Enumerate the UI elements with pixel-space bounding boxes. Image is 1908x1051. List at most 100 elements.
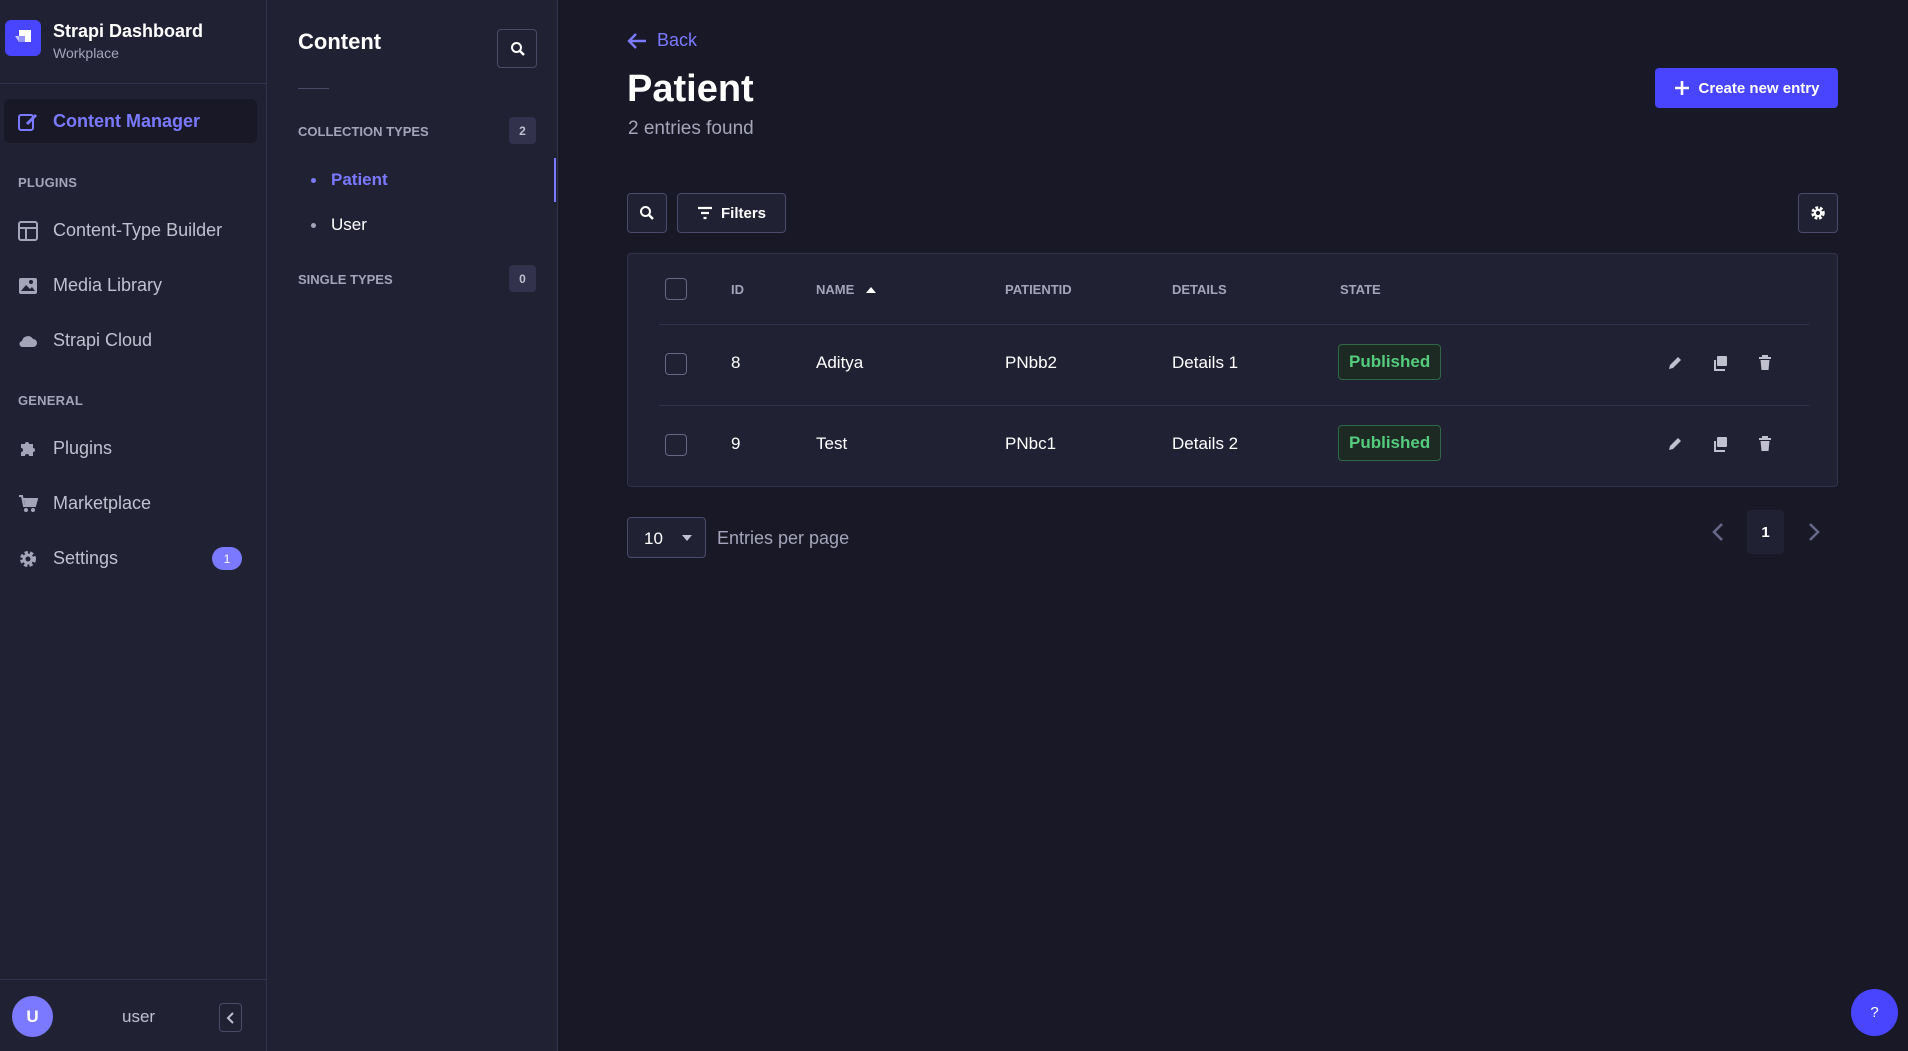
trash-icon [1759, 355, 1771, 370]
nav-item-content-type-builder[interactable]: Content-Type Builder [0, 208, 256, 252]
nav-label: Strapi Cloud [53, 329, 153, 350]
brand-title: Strapi Dashboard [53, 21, 204, 41]
back-label: Back [657, 30, 698, 50]
subnav-item-label: Patient [331, 170, 388, 189]
per-page-value: 10 [644, 529, 663, 548]
nav-label: Settings [53, 547, 119, 568]
single-types-heading: SINGLE TYPES [298, 272, 393, 287]
delete-button[interactable] [1754, 352, 1776, 374]
subnav-item-label: User [331, 215, 367, 234]
main-nav: Strapi Dashboard Workplace Content Manag… [0, 0, 267, 1051]
cell-patientid: PNbc1 [1005, 434, 1057, 453]
bullet-icon [311, 223, 316, 228]
nav-item-content-manager[interactable]: Content Manager [4, 99, 257, 143]
help-button[interactable]: ? [1851, 989, 1898, 1036]
puzzle-icon [18, 439, 38, 459]
trash-icon [1759, 436, 1771, 451]
subnav-item-user[interactable]: User [298, 203, 556, 247]
chevron-left-icon [1712, 523, 1723, 541]
collapse-nav-button[interactable] [219, 1003, 242, 1032]
column-header-details[interactable]: DETAILS [1172, 282, 1227, 297]
search-icon [640, 206, 654, 220]
nav-section-plugins: PLUGINS [18, 175, 78, 190]
nav-item-marketplace[interactable]: Marketplace [0, 481, 256, 525]
bullet-icon [311, 178, 316, 183]
table-row[interactable]: 8 Aditya PNbb2 Details 1 Published [628, 325, 1837, 405]
select-all-checkbox[interactable] [665, 278, 687, 300]
entries-table: ID NAME PATIENTID DETAILS STATE 8 Aditya… [627, 253, 1838, 487]
entries-per-page-label: Entries per page [717, 528, 850, 548]
cell-id: 9 [731, 434, 741, 453]
sort-ascending-icon [866, 286, 877, 293]
content-subnav: Content COLLECTION TYPES 2 Patient User … [267, 0, 558, 1051]
single-types-count: 0 [509, 265, 536, 292]
image-icon [18, 276, 38, 296]
subnav-item-patient[interactable]: Patient [298, 158, 556, 202]
brand-header: Strapi Dashboard Workplace [0, 0, 266, 84]
filter-icon [697, 206, 712, 220]
nav-item-plugins[interactable]: Plugins [0, 426, 256, 470]
filters-label: Filters [720, 204, 766, 222]
row-checkbox[interactable] [665, 353, 687, 375]
collection-types-heading: COLLECTION TYPES [298, 124, 429, 139]
page-title: Patient [627, 68, 754, 110]
create-button-label: Create new entry [1698, 79, 1820, 97]
nav-item-settings[interactable]: Settings 1 [0, 536, 256, 580]
subnav-search-button[interactable] [497, 29, 537, 68]
status-badge: Published [1338, 344, 1442, 380]
nav-item-media-library[interactable]: Media Library [0, 263, 256, 307]
nav-footer: U user [0, 979, 266, 1051]
pen-note-icon [18, 112, 38, 132]
subnav-title: Content [298, 29, 382, 54]
search-icon [511, 42, 525, 56]
column-header-state[interactable]: STATE [1340, 282, 1381, 297]
nav-item-strapi-cloud[interactable]: Strapi Cloud [0, 318, 256, 362]
brand-subtitle: Workplace [53, 45, 119, 61]
avatar[interactable]: U [12, 996, 53, 1037]
row-checkbox[interactable] [665, 434, 687, 456]
entries-count: 2 entries found [628, 118, 754, 139]
edit-button[interactable] [1664, 352, 1686, 374]
gear-icon [1811, 206, 1825, 220]
create-new-entry-button[interactable]: Create new entry [1655, 68, 1838, 108]
duplicate-icon [1714, 356, 1727, 371]
table-settings-button[interactable] [1798, 193, 1838, 233]
divider [298, 88, 329, 89]
cloud-icon [18, 331, 38, 351]
nav-label: Content-Type Builder [53, 219, 223, 240]
delete-button[interactable] [1754, 433, 1776, 455]
entries-per-page-select[interactable]: 10 [627, 517, 706, 558]
nav-section-general: GENERAL [18, 393, 83, 408]
filters-button[interactable]: Filters [677, 193, 786, 233]
page-1-button[interactable]: 1 [1747, 510, 1784, 554]
chevron-left-icon [226, 1012, 234, 1024]
back-link[interactable]: Back [627, 30, 697, 51]
status-badge: Published [1338, 425, 1442, 461]
table-row[interactable]: 9 Test PNbc1 Details 2 Published [628, 406, 1837, 486]
column-header-label: NAME [816, 282, 855, 297]
cell-name: Test [816, 434, 848, 453]
pencil-icon [1669, 438, 1681, 450]
duplicate-button[interactable] [1709, 352, 1731, 374]
previous-page-button[interactable] [1707, 520, 1731, 544]
cart-icon [18, 494, 38, 514]
cell-name: Aditya [816, 353, 864, 372]
arrow-left-icon [627, 32, 646, 49]
gear-icon [18, 549, 38, 569]
column-header-name[interactable]: NAME [816, 282, 877, 297]
column-header-id[interactable]: ID [731, 282, 744, 297]
search-button[interactable] [627, 193, 667, 233]
edit-button[interactable] [1664, 433, 1686, 455]
plus-icon [1674, 81, 1689, 95]
cell-id: 8 [731, 353, 741, 372]
nav-label: Media Library [53, 274, 163, 295]
username[interactable]: user [122, 1007, 155, 1027]
collection-types-count: 2 [509, 117, 536, 144]
column-header-patientid[interactable]: PATIENTID [1005, 282, 1072, 297]
nav-label: Plugins [53, 437, 113, 458]
cell-details: Details 1 [1172, 353, 1239, 372]
next-page-button[interactable] [1801, 520, 1825, 544]
layout-icon [18, 221, 38, 241]
duplicate-button[interactable] [1709, 433, 1731, 455]
settings-badge: 1 [212, 547, 242, 570]
